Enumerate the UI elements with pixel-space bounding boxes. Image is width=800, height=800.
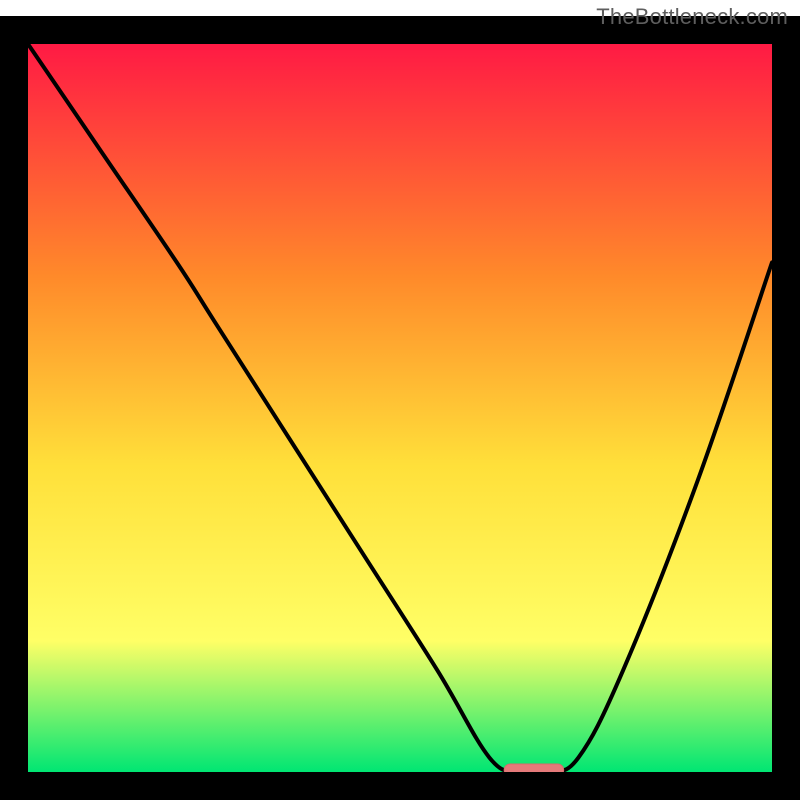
chart-container: TheBottleneck.com (0, 0, 800, 800)
plot-background (28, 44, 772, 772)
bottleneck-chart (0, 0, 800, 800)
watermark-text: TheBottleneck.com (596, 4, 788, 30)
